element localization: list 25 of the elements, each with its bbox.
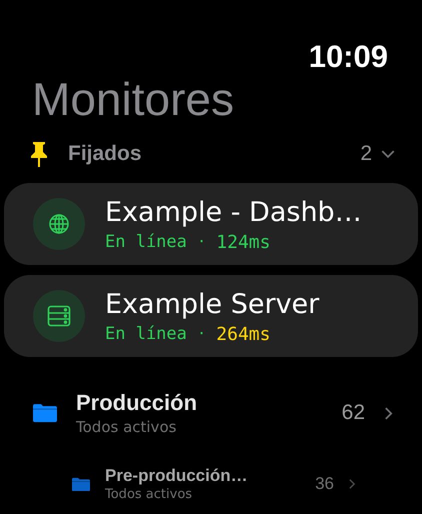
pin-icon — [30, 141, 48, 167]
group-status: Todos activos — [105, 487, 194, 503]
monitor-card[interactable]: Example - Dashb… En línea · 124ms — [4, 183, 418, 265]
monitor-card[interactable]: Example Server En línea · 264ms — [4, 275, 418, 357]
latency-value: 264ms — [216, 324, 270, 344]
folder-icon — [33, 403, 57, 423]
folder-icon — [72, 476, 90, 492]
section-count: 2 — [360, 142, 372, 166]
monitor-name: Example Server — [105, 288, 320, 322]
clock-time: 10:09 — [308, 38, 388, 76]
group-count: 36 — [315, 474, 334, 494]
screen-title: Monitores — [31, 74, 235, 124]
globe-icon — [48, 213, 70, 235]
monitor-status: En línea — [105, 232, 187, 252]
group-count: 62 — [342, 401, 365, 425]
group-name[interactable]: Pre-producción… — [105, 465, 316, 487]
separator-dot: · — [198, 232, 204, 252]
monitor-name: Example - Dashb… — [105, 196, 362, 230]
section-label: Fijados — [68, 142, 143, 166]
server-icon — [47, 305, 71, 327]
group-status: Todos activos — [76, 417, 178, 437]
latency-value: 124ms — [216, 232, 270, 252]
monitor-status: En línea — [105, 324, 187, 344]
group-name[interactable]: Producción — [76, 389, 342, 417]
separator-dot: · — [198, 324, 204, 344]
